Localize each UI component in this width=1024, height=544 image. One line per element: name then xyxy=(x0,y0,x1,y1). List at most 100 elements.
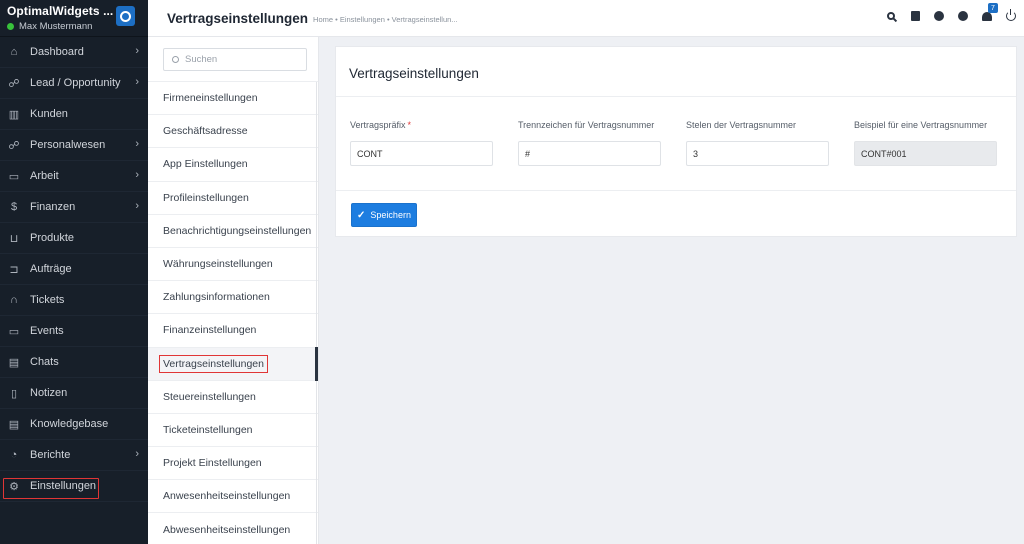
sidebar-item-label: Finanzen xyxy=(30,201,76,213)
settings-menu-item[interactable]: Profileinstellungen xyxy=(148,182,318,215)
app-root: OptimalWidgets ... Max Mustermann ⌂ Dashb… xyxy=(0,0,1024,544)
sticky-note-icon[interactable] xyxy=(908,9,922,23)
search-icon[interactable] xyxy=(884,9,898,23)
settings-search-box[interactable] xyxy=(163,48,307,71)
settings-menu-item-label: Vertragseinstellungen xyxy=(159,354,268,373)
settings-menu-item[interactable]: Benachrichtigungseinstellungen xyxy=(148,215,318,248)
sidebar-item-label: Einstellungen xyxy=(30,480,97,492)
plus-circle-icon[interactable] xyxy=(956,9,970,23)
power-icon[interactable] xyxy=(1004,9,1018,23)
settings-search-wrap xyxy=(148,37,318,82)
card-title: Vertragseinstellungen xyxy=(336,47,1016,97)
sidebar-item-label: Arbeit xyxy=(30,170,59,182)
settings-menu-item[interactable]: App Einstellungen xyxy=(148,148,318,182)
chevron-right-icon: › xyxy=(135,45,139,57)
app-logo-icon[interactable] xyxy=(116,6,135,26)
settings-menu-item[interactable]: Abwesenheitseinstellungen xyxy=(148,513,318,544)
people-icon: ☍ xyxy=(8,139,20,152)
example-number-field xyxy=(854,141,997,166)
sidebar-item-label: Lead / Opportunity xyxy=(30,77,121,89)
field-label-text: Trennzeichen für Vertragsnummer xyxy=(518,120,655,130)
sidebar-item-label: Produkte xyxy=(30,232,75,244)
sidebar-item-arbeit[interactable]: ▭ Arbeit › xyxy=(0,161,148,192)
text-input[interactable] xyxy=(686,141,829,166)
form-field: Vertragspräfix * xyxy=(350,120,493,166)
settings-menu-item[interactable]: Ticketeinstellungen xyxy=(148,414,318,448)
settings-menu-item[interactable]: Anwesenheitseinstellungen xyxy=(148,480,318,514)
sidebar-item-personalwesen[interactable]: ☍ Personalwesen › xyxy=(0,130,148,161)
page-title: Vertragseinstellungen xyxy=(167,10,309,26)
sidebar-item-finanzen[interactable]: $ Finanzen › xyxy=(0,192,148,223)
sidebar: OptimalWidgets ... Max Mustermann ⌂ Dashb… xyxy=(0,0,148,544)
settings-menu-item-label: Benachrichtigungseinstellungen xyxy=(163,224,312,237)
text-input[interactable] xyxy=(518,141,661,166)
sidebar-item-label: Notizen xyxy=(30,387,68,399)
settings-menu-item[interactable]: Währungseinstellungen xyxy=(148,248,318,282)
chevron-right-icon: › xyxy=(135,138,139,150)
sidebar-item-label: Personalwesen xyxy=(30,139,106,151)
sidebar-item-label: Knowledgebase xyxy=(30,418,109,430)
sidebar-item-kunden[interactable]: ▥ Kunden xyxy=(0,99,148,130)
sidebar-item-aufträge[interactable]: ⊐ Aufträge xyxy=(0,254,148,285)
chart-icon: ▥ xyxy=(8,108,20,121)
notification-badge: 7 xyxy=(988,3,998,13)
field-label-text: Beispiel für eine Vertragsnummer xyxy=(854,120,988,130)
sidebar-item-events[interactable]: ▭ Events xyxy=(0,316,148,347)
header-actions: 7 xyxy=(874,3,1018,23)
sidebar-item-label: Aufträge xyxy=(30,263,72,275)
sidebar-item-tickets[interactable]: ∩ Tickets xyxy=(0,285,148,316)
required-marker: * xyxy=(407,120,412,130)
chevron-right-icon: › xyxy=(135,76,139,88)
settings-menu-item-label: Währungseinstellungen xyxy=(163,258,273,271)
sidebar-item-berichte[interactable]: ◔ Berichte › xyxy=(0,440,148,471)
sidebar-item-label: Berichte xyxy=(30,449,71,461)
field-label-text: Vertragspräfix xyxy=(350,120,406,130)
bell-icon[interactable]: 7 xyxy=(980,3,998,23)
briefcase-icon: ▭ xyxy=(8,170,20,183)
field-label: Stelen der Vertragsnummer xyxy=(686,120,829,134)
settings-menu-item-label: Firmeneinstellungen xyxy=(163,92,258,105)
clock-icon[interactable] xyxy=(932,9,946,23)
text-input[interactable] xyxy=(350,141,493,166)
sidebar-item-chats[interactable]: ▤ Chats xyxy=(0,347,148,378)
save-button-label: Speichern xyxy=(370,210,411,220)
chevron-right-icon: › xyxy=(135,200,139,212)
field-label: Vertragspräfix * xyxy=(350,120,493,134)
save-button[interactable]: ✓ Speichern xyxy=(351,203,417,227)
sidebar-item-dashboard[interactable]: ⌂ Dashboard › xyxy=(0,37,148,68)
sidebar-item-notizen[interactable]: ▯ Notizen xyxy=(0,378,148,409)
form-field: Stelen der Vertragsnummer xyxy=(686,120,829,166)
settings-menu-item[interactable]: Finanzeinstellungen xyxy=(148,314,318,348)
sidebar-item-produkte[interactable]: ⊔ Produkte xyxy=(0,223,148,254)
sidebar-item-label: Events xyxy=(30,325,64,337)
chevron-right-icon: › xyxy=(135,169,139,181)
users-icon: ☍ xyxy=(8,77,20,90)
sidebar-item-lead-opportunity[interactable]: ☍ Lead / Opportunity › xyxy=(0,68,148,99)
settings-menu-item[interactable]: Firmeneinstellungen xyxy=(148,82,318,116)
sidebar-item-label: Kunden xyxy=(30,108,68,120)
settings-menu-item[interactable]: Steuereinstellungen xyxy=(148,381,318,414)
settings-menu-item[interactable]: Projekt Einstellungen xyxy=(148,447,318,481)
form-field: Trennzeichen für Vertragsnummer xyxy=(518,120,661,166)
settings-menu-item[interactable]: Geschäftsadresse xyxy=(148,115,318,149)
scrollbar-track[interactable] xyxy=(316,82,317,544)
sidebar-nav: ⌂ Dashboard › ☍ Lead / Opportunity › ▥ Kunden ☍ P… xyxy=(0,37,148,502)
brand-header[interactable]: OptimalWidgets ... Max Mustermann xyxy=(0,0,148,37)
scrollbar-thumb[interactable] xyxy=(315,347,318,381)
settings-menu-item[interactable]: Zahlungsinformationen xyxy=(148,281,318,315)
clipboard-icon: ▯ xyxy=(10,387,18,400)
cart-icon: ⊐ xyxy=(9,263,19,276)
headset-icon: ∩ xyxy=(10,294,18,306)
sidebar-item-label: Chats xyxy=(30,356,59,368)
breadcrumb[interactable]: Home • Einstellungen • Vertragseinstellu… xyxy=(313,15,458,24)
card-footer: ✓ Speichern xyxy=(336,191,1016,227)
home-icon: ⌂ xyxy=(10,46,18,58)
settings-menu-item-label: Ticketeinstellungen xyxy=(163,423,253,436)
sidebar-item-knowledgebase[interactable]: ▤ Knowledgebase xyxy=(0,409,148,440)
settings-search-input[interactable] xyxy=(185,54,295,65)
field-label: Trennzeichen für Vertragsnummer xyxy=(518,120,661,134)
sidebar-item-einstellungen[interactable]: ⚙ Einstellungen xyxy=(0,471,148,502)
calendar-icon: ▭ xyxy=(8,325,20,338)
top-header: Vertragseinstellungen Home • Einstellung… xyxy=(148,0,1024,37)
settings-menu-item[interactable]: Vertragseinstellungen xyxy=(148,347,318,381)
